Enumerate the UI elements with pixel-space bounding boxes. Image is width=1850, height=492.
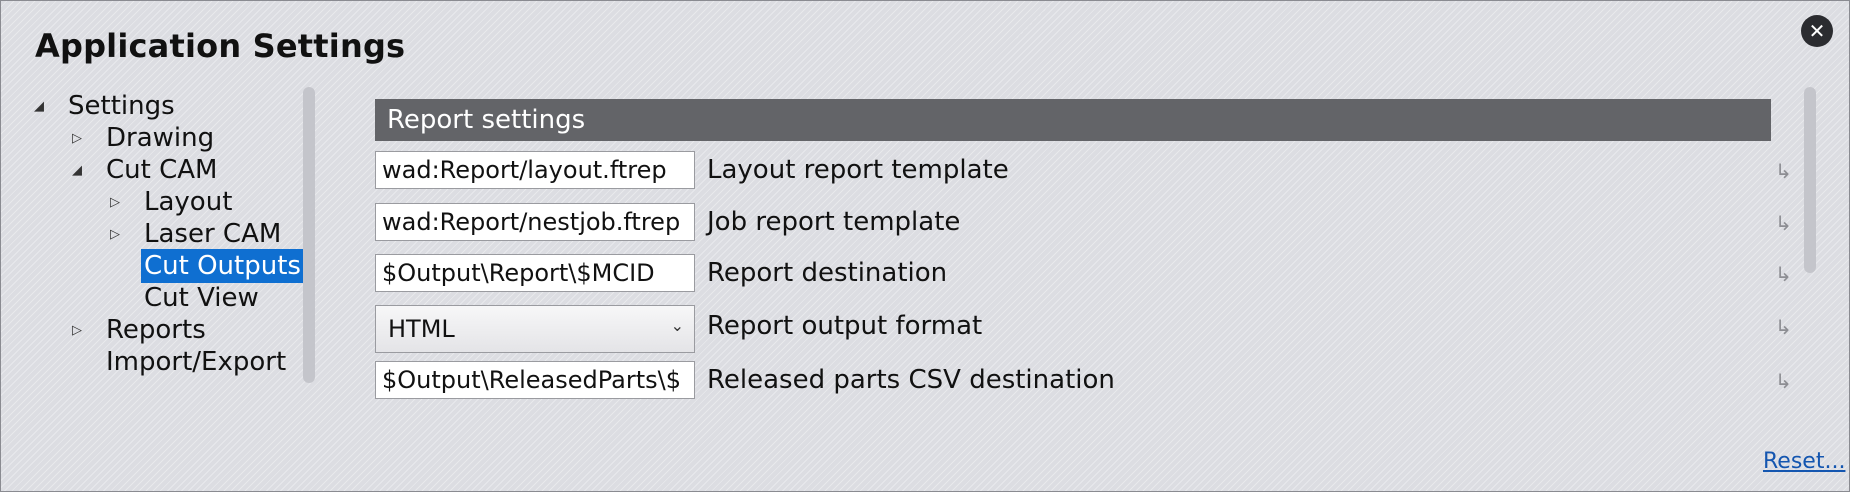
tree-item-cut-view[interactable]: Cut View [141,281,262,315]
chevron-down-icon: ⌄ [670,316,684,335]
tree-item-cut-outputs[interactable]: Cut Outputs [141,249,304,283]
tree-scrollbar[interactable] [303,87,315,383]
tree-item-label: Cut View [144,283,259,313]
setting-label: Layout report template [707,155,1009,185]
triangle-collapsed-icon[interactable]: ▷ [69,322,85,338]
setting-row-report-output-format: HTML ⌄ Report output format ↳ [375,305,1792,353]
tree-item-label: Drawing [106,123,215,153]
setting-label: Report destination [707,258,948,288]
reset-arrow-icon[interactable]: ↳ [1775,315,1792,339]
triangle-collapsed-icon[interactable]: ▷ [69,130,85,146]
tree-item-label: Cut Outputs [141,249,304,283]
tree-item-cut-cam[interactable]: ◢ Cut CAM [72,153,220,187]
tree-item-reports[interactable]: ▷ Reports [72,313,209,347]
triangle-expanded-icon[interactable]: ◢ [69,162,85,178]
triangle-expanded-icon[interactable]: ◢ [31,98,47,114]
report-output-format-select[interactable]: HTML ⌄ [375,305,695,353]
tree-item-laser-cam[interactable]: ▷ Laser CAM [110,217,284,251]
panel-scrollbar[interactable] [1804,87,1816,273]
released-parts-csv-destination-input[interactable]: $Output\ReleasedParts\$ [375,361,695,399]
tree-item-import-export[interactable]: Import/Export [103,345,289,379]
section-header-report-settings: Report settings [375,99,1771,141]
reset-arrow-icon[interactable]: ↳ [1775,369,1792,393]
report-destination-input[interactable]: $Output\Report\$MCID [375,254,695,292]
settings-window: Application Settings ✕ ◢ Settings ▷ Drawing… [0,0,1850,492]
setting-label: Job report template [707,207,961,237]
tree-item-label: Settings [68,91,175,121]
setting-row-released-parts-csv-destination: $Output\ReleasedParts\$ Released parts CS… [375,361,1792,403]
tree-item-label: Laser CAM [144,219,282,249]
tree-item-layout[interactable]: ▷ Layout [110,185,235,219]
triangle-collapsed-icon[interactable]: ▷ [107,194,123,210]
tree-item-label: Import/Export [106,347,287,377]
reset-arrow-icon[interactable]: ↳ [1775,159,1792,183]
setting-row-job-report-template: wad:Report/nestjob.ftrep Job report templ… [375,203,1792,245]
window-title: Application Settings [35,27,406,65]
job-report-template-input[interactable]: wad:Report/nestjob.ftrep [375,203,695,241]
tree-item-label: Reports [106,315,206,345]
reset-arrow-icon[interactable]: ↳ [1775,262,1792,286]
close-icon[interactable]: ✕ [1801,15,1833,47]
tree-item-drawing[interactable]: ▷ Drawing [72,121,217,155]
layout-report-template-input[interactable]: wad:Report/layout.ftrep [375,151,695,189]
setting-row-layout-report-template: wad:Report/layout.ftrep Layout report tem… [375,151,1792,193]
setting-row-report-destination: $Output\Report\$MCID Report destination ↳ [375,254,1792,296]
setting-label: Report output format [707,311,983,341]
reset-arrow-icon[interactable]: ↳ [1775,211,1792,235]
select-value: HTML [388,315,455,343]
tree-item-label: Layout [144,187,233,217]
tree-item-label: Cut CAM [106,155,218,185]
tree-item-settings[interactable]: ◢ Settings [34,89,178,123]
setting-label: Released parts CSV destination [707,365,1115,395]
reset-all-link[interactable]: Reset... [1763,449,1845,474]
triangle-collapsed-icon[interactable]: ▷ [107,226,123,242]
